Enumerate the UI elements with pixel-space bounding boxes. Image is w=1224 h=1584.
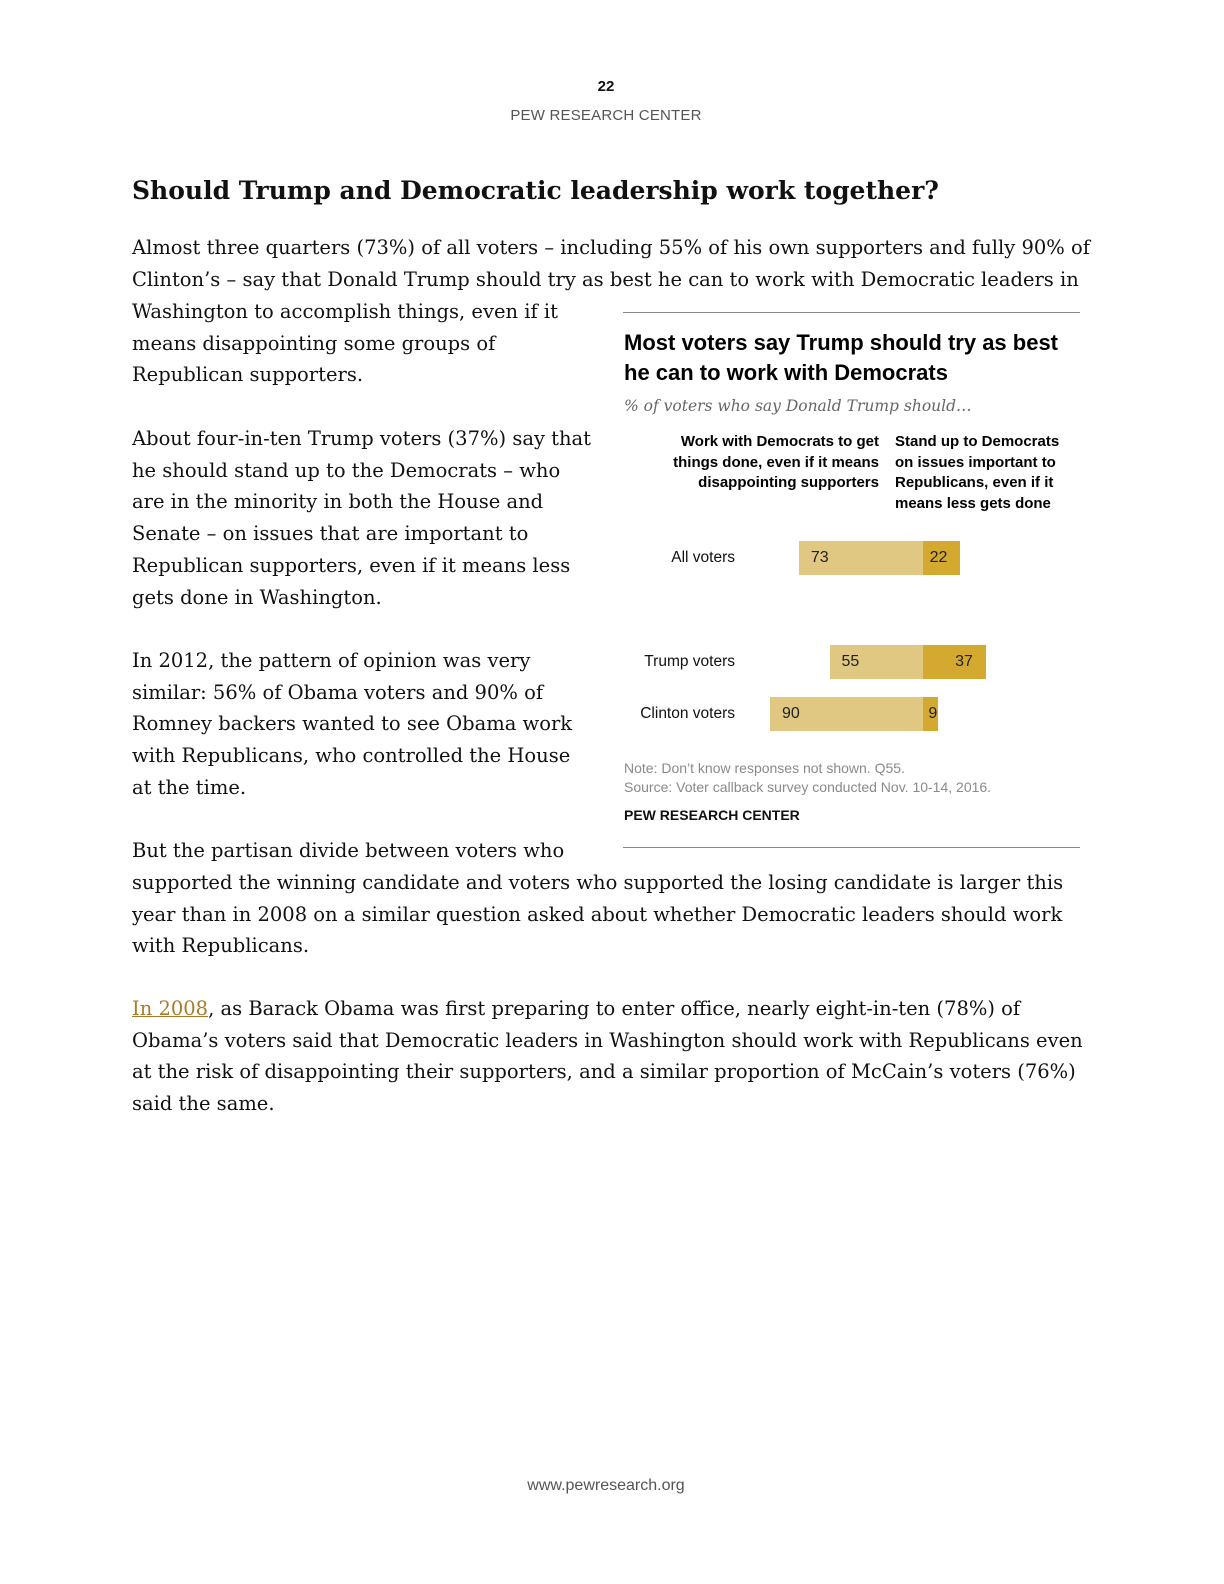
paragraph-intro: Almost three quarters (73%) of all voter… bbox=[132, 236, 1090, 291]
chart-top-rule bbox=[623, 312, 1080, 313]
section-heading: Should Trump and Democratic leadership w… bbox=[132, 176, 939, 205]
bar-standup-trump-voters: 37 bbox=[923, 645, 986, 679]
category-label-clinton-voters: Clinton voters bbox=[640, 705, 735, 722]
chart-subtitle: % of voters who say Donald Trump should… bbox=[624, 397, 972, 415]
in-2008-link[interactable]: In 2008 bbox=[132, 997, 208, 1020]
bar-standup-all-voters: 22 bbox=[923, 541, 961, 575]
paragraph-2008-text: , as Barack Obama was first preparing to… bbox=[132, 997, 1083, 1116]
bar-standup-clinton-voters: 9 bbox=[923, 697, 939, 731]
header-org-name: PEW RESEARCH CENTER bbox=[510, 107, 702, 124]
bar-work-all-voters: 73 bbox=[798, 541, 923, 575]
legend-stand-up-to-democrats: Stand up to Democrats on issues importan… bbox=[895, 433, 1060, 512]
paragraph-intro-continued: Washington to accomplish things, even if… bbox=[132, 300, 559, 387]
chart-note: Note: Don’t know responses not shown. Q5… bbox=[624, 760, 905, 776]
chart-bottom-rule bbox=[623, 847, 1080, 848]
paragraph-2012-comparison: In 2012, the pattern of opinion was very… bbox=[132, 649, 573, 799]
bar-work-clinton-voters: 90 bbox=[770, 697, 923, 731]
paragraph-partisan-divide-continued: supported the winning candidate and vote… bbox=[132, 871, 1064, 958]
legend-work-with-democrats: Work with Democrats to get things done, … bbox=[673, 433, 879, 491]
chart-credit: PEW RESEARCH CENTER bbox=[624, 807, 800, 823]
category-label-trump-voters: Trump voters bbox=[644, 653, 735, 670]
footer-url: www.pewresearch.org bbox=[527, 1477, 685, 1494]
chart-source: Source: Voter callback survey conducted … bbox=[624, 779, 992, 795]
paragraph-partisan-divide: But the partisan divide between voters w… bbox=[132, 839, 565, 862]
category-label-all-voters: All voters bbox=[671, 549, 735, 566]
page-number: 22 bbox=[597, 78, 615, 95]
paragraph-2008-comparison: In 2008, as Barack Obama was first prepa… bbox=[132, 993, 1092, 1120]
paragraph-trump-voters: About four-in-ten Trump voters (37%) say… bbox=[132, 427, 592, 609]
chart-title: Most voters say Trump should try as best… bbox=[624, 330, 1059, 385]
bar-work-trump-voters: 55 bbox=[829, 645, 923, 679]
